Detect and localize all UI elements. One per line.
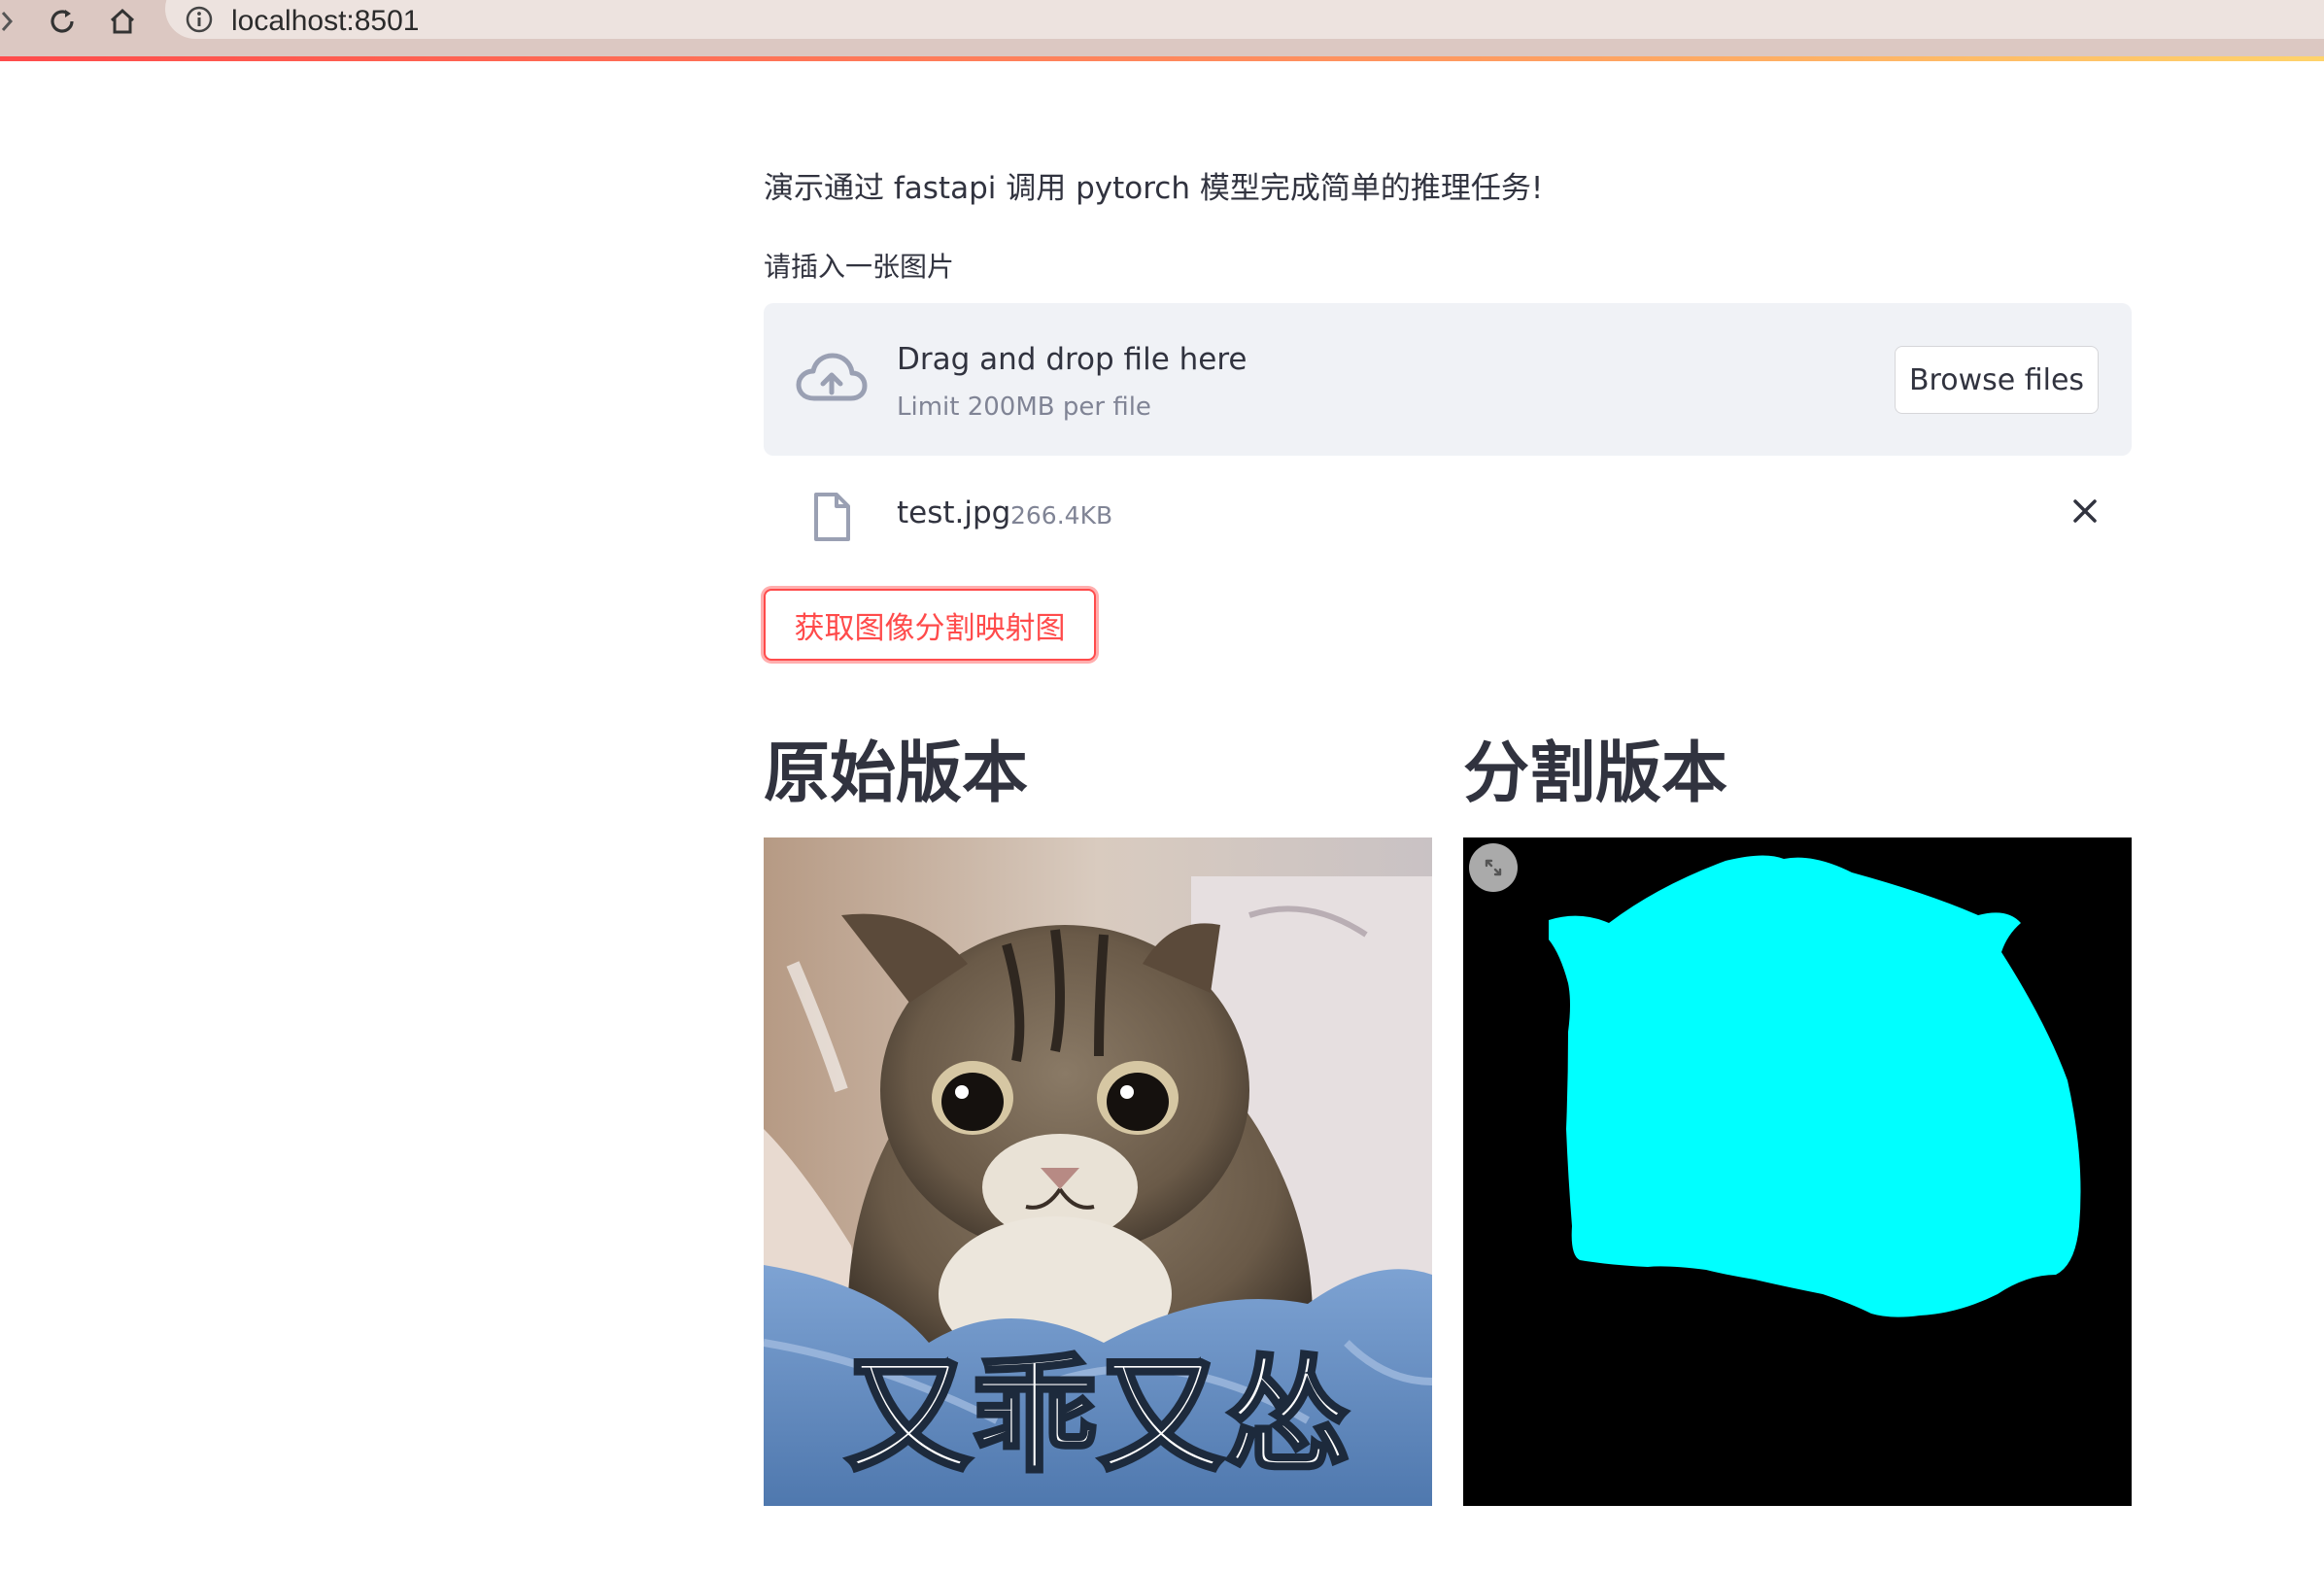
address-bar[interactable] xyxy=(165,0,2324,39)
home-icon[interactable] xyxy=(103,0,142,43)
expand-icon[interactable] xyxy=(1469,843,1518,892)
segmented-title: 分割版本 xyxy=(1463,735,1728,812)
close-icon[interactable] xyxy=(2066,492,2104,530)
reload-icon[interactable] xyxy=(43,0,82,43)
dropzone-title: Drag and drop file here xyxy=(897,342,1247,377)
dropzone-limit: Limit 200MB per file xyxy=(897,393,1151,422)
browse-files-button[interactable]: Browse files xyxy=(1895,346,2099,414)
get-segmentation-button[interactable]: 获取图像分割映射图 xyxy=(764,589,1096,661)
info-icon[interactable] xyxy=(184,4,215,35)
intro-text: 演示通过 fastapi 调用 pytorch 模型完成简单的推理任务! xyxy=(764,171,1544,206)
app-decoration-bar xyxy=(0,56,2324,61)
original-image: 又乖又怂 xyxy=(764,837,1432,1506)
browser-toolbar: localhost:8501 xyxy=(0,0,2324,56)
uploader-label: 请插入一张图片 xyxy=(764,251,955,283)
cloud-upload-icon xyxy=(795,350,869,408)
original-title: 原始版本 xyxy=(764,735,1029,812)
back-icon[interactable] xyxy=(0,0,14,43)
file-dropzone[interactable]: Drag and drop file here Limit 200MB per … xyxy=(764,303,2132,456)
file-name: test.jpg xyxy=(897,496,1011,530)
file-icon xyxy=(810,492,853,542)
image-caption-text: 又乖又怂 xyxy=(845,1342,1350,1489)
url-text[interactable]: localhost:8501 xyxy=(231,0,419,43)
file-size: 266.4KB xyxy=(1010,501,1113,530)
segmented-image xyxy=(1463,837,2132,1506)
uploaded-file-row: test.jpg 266.4KB xyxy=(764,478,2132,550)
